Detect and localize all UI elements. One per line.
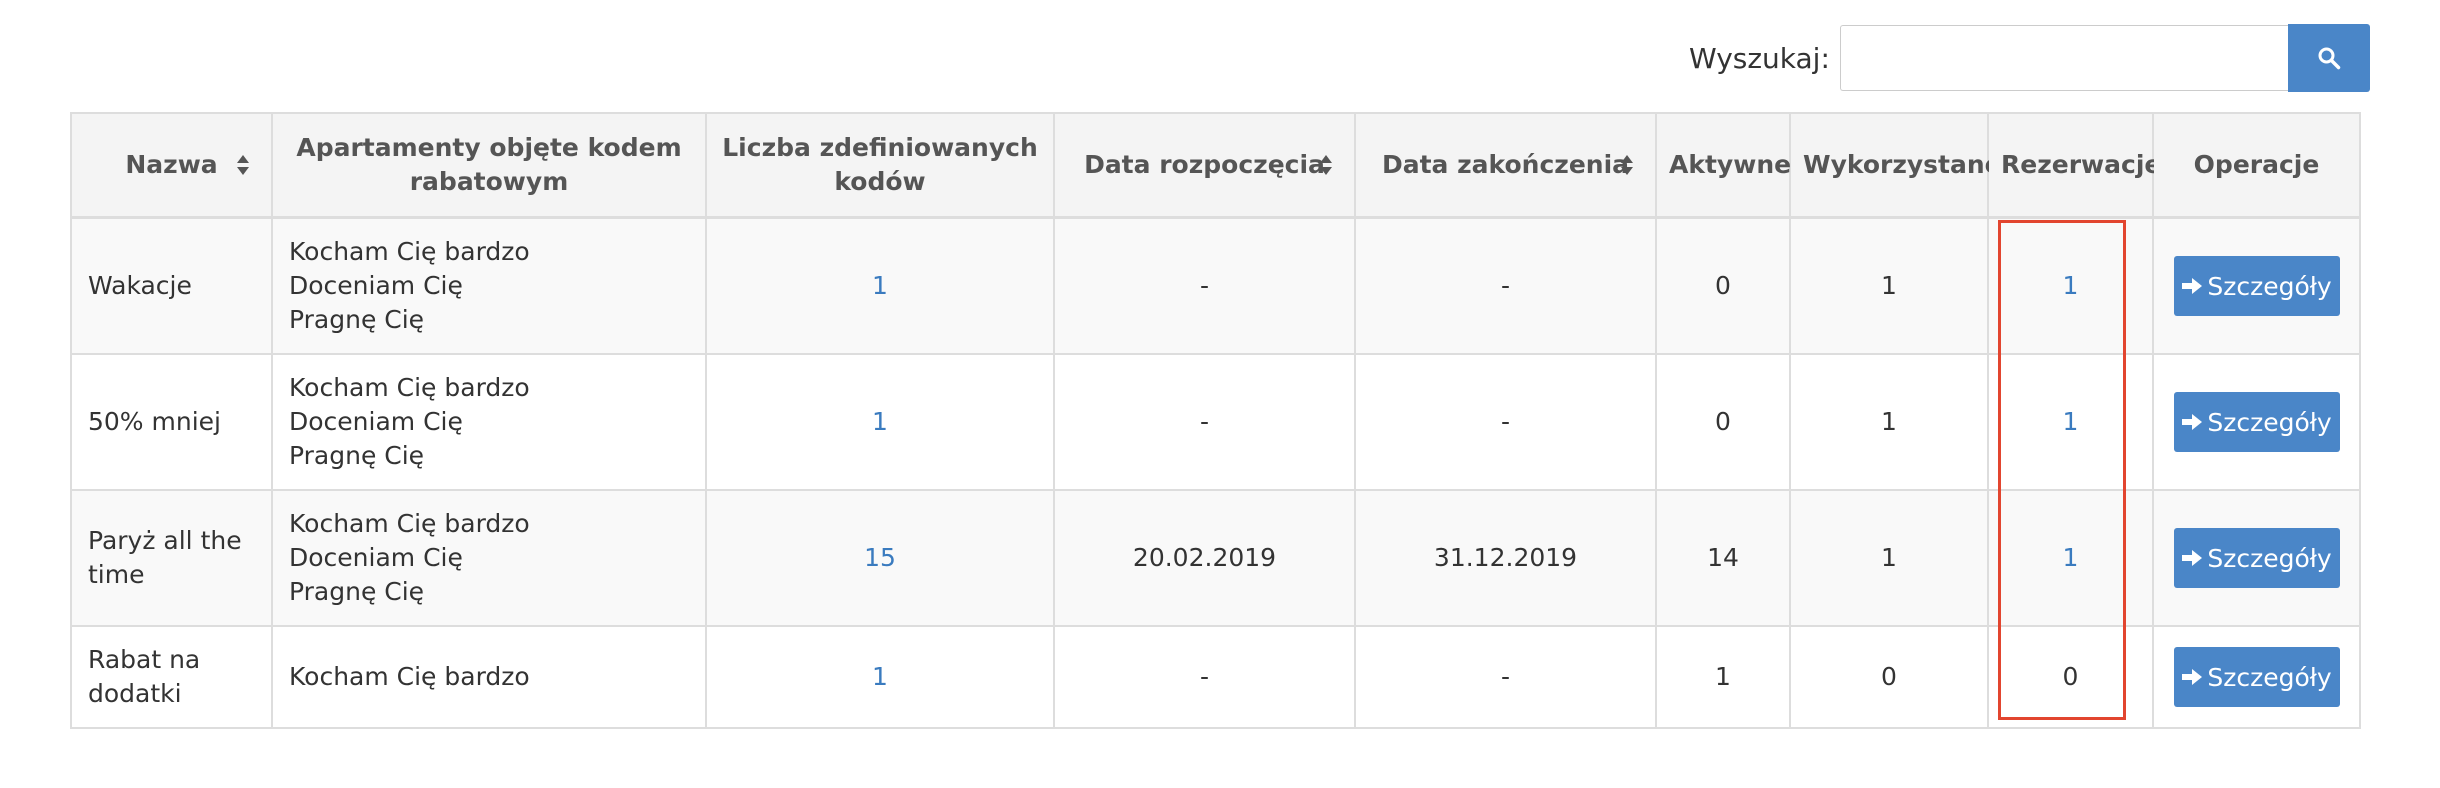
search-bar: Wyszukaj: xyxy=(1689,24,2370,92)
cell-end-date: - xyxy=(1354,216,1657,355)
search-icon xyxy=(2318,47,2341,70)
header-rezerwacje-label: Rezerwacje xyxy=(2001,150,2162,179)
cell-codes: 1 xyxy=(705,353,1055,491)
apartment-item: Pragnę Cię xyxy=(289,577,425,606)
apartment-item: Kocham Cię bardzo xyxy=(289,373,530,402)
apartment-item: Pragnę Cię xyxy=(289,441,425,470)
cell-name: Wakacje xyxy=(70,216,273,355)
cell-name: Rabat na dodatki xyxy=(70,625,273,729)
header-operacje: Operacje xyxy=(2152,112,2361,219)
header-liczba: Liczba zdefiniowanych kodów xyxy=(705,112,1055,219)
cell-codes: 1 xyxy=(705,625,1055,729)
cell-active: 1 xyxy=(1655,625,1791,729)
cell-start-date: - xyxy=(1053,625,1356,729)
cell-reservations: 1 xyxy=(1987,353,2154,491)
cell-operations: Szczegóły xyxy=(2152,216,2361,355)
cell-active: 14 xyxy=(1655,489,1791,627)
cell-apartments: Kocham Cię bardzo Doceniam Cię Pragnę Ci… xyxy=(271,489,707,627)
cell-apartments: Kocham Cię bardzo Doceniam Cię Pragnę Ci… xyxy=(271,216,707,355)
cell-end-date: 31.12.2019 xyxy=(1354,489,1657,627)
cell-used: 1 xyxy=(1789,216,1989,355)
details-button[interactable]: Szczegóły xyxy=(2173,392,2340,452)
discount-codes-table: Nazwa Apartamenty objęte kodem rabatowym… xyxy=(70,112,2361,729)
cell-codes: 1 xyxy=(705,216,1055,355)
header-operacje-label: Operacje xyxy=(2193,150,2320,179)
reservations-link[interactable]: 1 xyxy=(2063,271,2079,300)
cell-apartments: Kocham Cię bardzo Doceniam Cię Pragnę Ci… xyxy=(271,353,707,491)
cell-operations: Szczegóły xyxy=(2152,625,2361,729)
cell-end-date: - xyxy=(1354,353,1657,491)
search-label: Wyszukaj: xyxy=(1689,41,1830,75)
table-row: Rabat na dodatki Kocham Cię bardzo 1 - -… xyxy=(70,625,2361,729)
details-button-label: Szczegóły xyxy=(2207,271,2332,301)
apartment-item: Kocham Cię bardzo xyxy=(289,662,530,691)
header-nazwa-label: Nazwa xyxy=(125,150,218,179)
apartment-item: Doceniam Cię xyxy=(289,543,463,572)
cell-start-date: - xyxy=(1053,353,1356,491)
apartment-item: Kocham Cię bardzo xyxy=(289,509,530,538)
header-data-zakonczenia[interactable]: Data zakończenia xyxy=(1354,112,1657,219)
cell-name: 50% mniej xyxy=(70,353,273,491)
table-row: Paryż all the time Kocham Cię bardzo Doc… xyxy=(70,489,2361,627)
details-button[interactable]: Szczegóły xyxy=(2173,528,2340,588)
cell-used: 1 xyxy=(1789,353,1989,491)
sort-icon xyxy=(237,155,249,175)
header-liczba-label: Liczba zdefiniowanych kodów xyxy=(722,133,1038,196)
codes-count-link[interactable]: 1 xyxy=(872,271,888,300)
header-wykorzystane-label: Wykorzystane xyxy=(1803,150,2002,179)
arrow-right-icon xyxy=(2182,669,2203,685)
reservations-link[interactable]: 1 xyxy=(2063,543,2079,572)
codes-count-link[interactable]: 1 xyxy=(872,662,888,691)
reservations-link[interactable]: 1 xyxy=(2063,407,2079,436)
cell-operations: Szczegóły xyxy=(2152,353,2361,491)
apartment-item: Doceniam Cię xyxy=(289,271,463,300)
cell-reservations: 0 xyxy=(1987,625,2154,729)
sort-icon xyxy=(1320,155,1332,175)
details-button-label: Szczegóły xyxy=(2207,662,2332,692)
codes-count-link[interactable]: 1 xyxy=(872,407,888,436)
cell-used: 1 xyxy=(1789,489,1989,627)
details-button[interactable]: Szczegóły xyxy=(2173,647,2340,707)
cell-apartments: Kocham Cię bardzo xyxy=(271,625,707,729)
arrow-right-icon xyxy=(2182,278,2203,294)
header-data-rozpoczecia-label: Data rozpoczęcia xyxy=(1084,150,1325,179)
header-nazwa[interactable]: Nazwa xyxy=(70,112,273,219)
table-row: Wakacje Kocham Cię bardzo Doceniam Cię P… xyxy=(70,216,2361,355)
header-aktywne: Aktywne xyxy=(1655,112,1792,219)
cell-codes: 15 xyxy=(705,489,1055,627)
table-header-row: Nazwa Apartamenty objęte kodem rabatowym… xyxy=(70,112,2361,219)
cell-operations: Szczegóły xyxy=(2152,489,2361,627)
header-wykorzystane: Wykorzystane xyxy=(1789,112,2002,219)
cell-end-date: - xyxy=(1354,625,1657,729)
cell-start-date: - xyxy=(1053,216,1356,355)
search-input[interactable] xyxy=(1839,25,2288,91)
cell-reservations: 1 xyxy=(1987,489,2154,627)
cell-start-date: 20.02.2019 xyxy=(1053,489,1356,627)
details-button[interactable]: Szczegóły xyxy=(2173,256,2340,316)
header-rezerwacje: Rezerwacje xyxy=(1987,112,2161,219)
table-row: 50% mniej Kocham Cię bardzo Doceniam Cię… xyxy=(70,353,2361,491)
details-button-label: Szczegóły xyxy=(2207,407,2332,437)
header-apartamenty: Apartamenty objęte kodem rabatowym xyxy=(271,112,707,219)
cell-name: Paryż all the time xyxy=(70,489,273,627)
apartment-item: Doceniam Cię xyxy=(289,407,463,436)
header-aktywne-label: Aktywne xyxy=(1669,150,1792,179)
arrow-right-icon xyxy=(2182,550,2203,566)
cell-reservations: 1 xyxy=(1987,216,2154,355)
arrow-right-icon xyxy=(2182,414,2203,430)
header-data-rozpoczecia[interactable]: Data rozpoczęcia xyxy=(1053,112,1356,219)
apartment-item: Pragnę Cię xyxy=(289,305,425,334)
header-data-zakonczenia-label: Data zakończenia xyxy=(1381,150,1630,179)
header-apartamenty-label: Apartamenty objęte kodem rabatowym xyxy=(296,133,682,196)
search-button[interactable] xyxy=(2287,24,2370,92)
reservations-count: 0 xyxy=(2062,662,2079,691)
cell-active: 0 xyxy=(1655,216,1791,355)
apartment-item: Kocham Cię bardzo xyxy=(289,237,530,266)
sort-icon xyxy=(1621,155,1633,175)
cell-active: 0 xyxy=(1655,353,1791,491)
cell-used: 0 xyxy=(1789,625,1989,729)
codes-count-link[interactable]: 15 xyxy=(864,543,896,572)
details-button-label: Szczegóły xyxy=(2207,543,2332,573)
